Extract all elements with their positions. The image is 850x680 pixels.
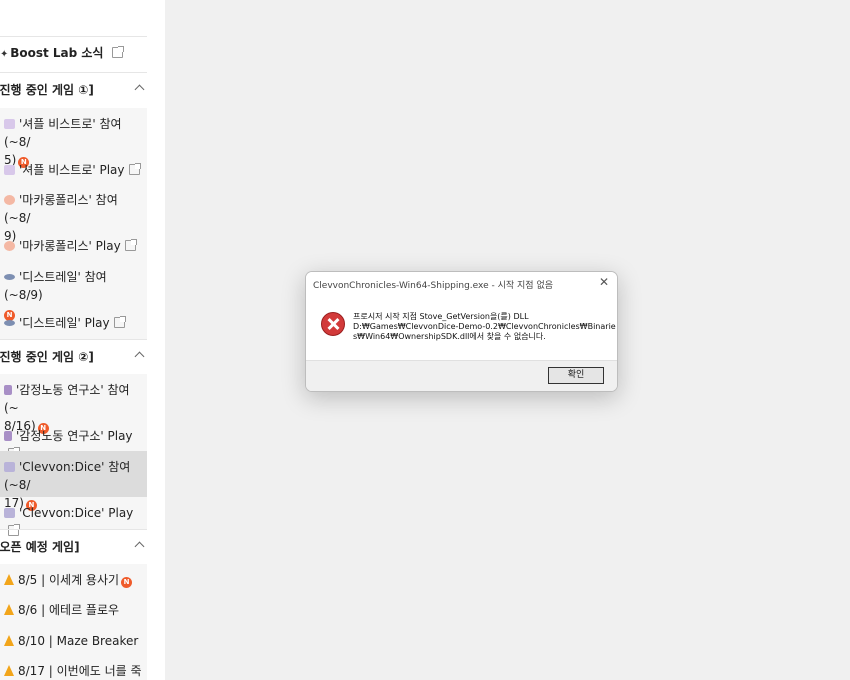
- section-ongoing-2[interactable]: [진행 중인 게임 ②]: [0, 340, 147, 374]
- bell-icon: [4, 604, 14, 615]
- sidebar-item-upcoming-3[interactable]: 8/10 | Maze Breaker: [4, 632, 142, 650]
- error-icon: [321, 312, 345, 336]
- section-title: [진행 중인 게임 ①]: [0, 83, 94, 97]
- dialog-title: ClevvonChronicles-Win64-Shipping.exe - 시…: [313, 281, 554, 291]
- section-upcoming[interactable]: [오픈 예정 게임]: [0, 530, 147, 564]
- external-link-icon: [111, 46, 124, 58]
- macaron-icon: [4, 195, 15, 205]
- dialog-message: 프로시저 시작 지점 Stove_GetVersion을(를) DLL D:₩G…: [353, 312, 616, 342]
- bell-icon: [4, 665, 14, 676]
- shuffle-bistro-icon: [4, 119, 15, 129]
- error-dialog: ClevvonChronicles-Win64-Shipping.exe - 시…: [305, 271, 618, 392]
- external-link-icon: [113, 316, 126, 328]
- section-title: [진행 중인 게임 ②]: [0, 350, 94, 364]
- sidebar: ✦ Boost Lab 소식 [진행 중인 게임 ①] '셔플 비스트로' 참여…: [0, 0, 165, 680]
- external-link-icon: [128, 163, 141, 175]
- message-line: 프로시저 시작 지점 Stove_GetVersion을(를) DLL: [353, 312, 529, 321]
- chevron-up-icon[interactable]: [134, 84, 145, 95]
- sidebar-item-destrail-play[interactable]: '디스트레일' Play: [4, 314, 142, 332]
- dice-icon: [4, 508, 15, 518]
- destrail-icon: [4, 274, 15, 280]
- ok-button[interactable]: 확인: [548, 367, 604, 384]
- sidebar-item-upcoming-2[interactable]: 8/6 | 에테르 플로우: [4, 601, 142, 619]
- emotion-lab-icon: [4, 431, 12, 441]
- chevron-up-icon[interactable]: [134, 541, 145, 552]
- bell-icon: [4, 635, 14, 646]
- macaron-icon: [4, 241, 15, 251]
- dice-icon: [4, 462, 15, 472]
- sidebar-item-shuffle-play[interactable]: '셔플 비스트로' Play: [4, 161, 142, 179]
- new-badge: N: [121, 577, 133, 588]
- sidebar-item-macaron-play[interactable]: '마카롱폴리스' Play: [4, 237, 142, 255]
- sparkle-icon: ✦: [0, 49, 9, 60]
- sidebar-item-upcoming-1[interactable]: 8/5 | 이세계 용사기 N: [4, 571, 142, 589]
- boost-lab-label: Boost Lab 소식: [10, 46, 104, 60]
- section-title: [오픈 예정 게임]: [0, 540, 80, 554]
- bell-icon: [4, 574, 14, 585]
- message-line: D:₩Games₩ClevvonDice-Demo-0.2₩ClevvonChr…: [353, 322, 616, 331]
- sidebar-item-clevvon-join[interactable]: 'Clevvon:Dice' 참여 (~8/ 17) N: [0, 451, 147, 511]
- destrail-icon: [4, 320, 15, 326]
- message-line: s₩Win64₩OwnershipSDK.dll에서 찾을 수 없습니다.: [353, 332, 546, 341]
- divider: [0, 36, 147, 37]
- dialog-footer: 확인: [306, 360, 617, 391]
- emotion-lab-icon: [4, 385, 12, 395]
- shuffle-bistro-icon: [4, 165, 15, 175]
- chevron-up-icon[interactable]: [134, 351, 145, 362]
- dialog-titlebar[interactable]: ClevvonChronicles-Win64-Shipping.exe - 시…: [306, 272, 617, 295]
- section-ongoing-1[interactable]: [진행 중인 게임 ①]: [0, 73, 147, 107]
- external-link-icon: [124, 239, 137, 251]
- close-icon[interactable]: ✕: [597, 275, 611, 289]
- boost-lab-link[interactable]: ✦ Boost Lab 소식: [0, 44, 147, 64]
- sidebar-item-upcoming-4[interactable]: 8/17 | 이번에도 너를 죽여: [4, 662, 142, 680]
